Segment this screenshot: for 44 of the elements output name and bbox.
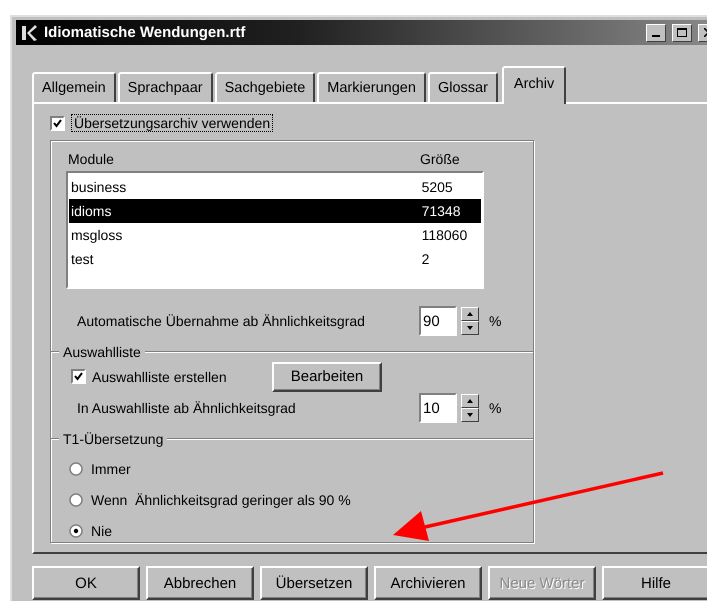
tab[interactable]: Archiv xyxy=(502,66,566,104)
checkbox[interactable] xyxy=(50,116,65,130)
percent-unit: % xyxy=(489,313,502,330)
radio-button[interactable] xyxy=(69,493,83,507)
spin-down-icon[interactable] xyxy=(461,321,479,336)
dialog-button[interactable]: Übersetzen xyxy=(260,566,368,600)
radio-label[interactable]: Immer xyxy=(91,461,131,477)
percent-unit: % xyxy=(489,400,502,416)
tab[interactable]: Sprachpaar xyxy=(118,72,213,102)
dialog-button[interactable]: Archivieren xyxy=(374,566,482,600)
list-row[interactable]: test 2 xyxy=(69,246,481,271)
list-row[interactable]: idioms 71348 xyxy=(69,198,481,223)
checkbox-label[interactable]: Auswahlliste erstellen xyxy=(92,368,272,385)
tab[interactable]: Glossar xyxy=(428,72,498,102)
radio-label[interactable]: Nie xyxy=(91,523,112,539)
number-field[interactable]: 90 xyxy=(419,306,457,336)
tab[interactable]: Sachgebiete xyxy=(214,72,316,102)
radio-button[interactable] xyxy=(69,462,83,476)
column-header: Module xyxy=(68,151,115,169)
dialog-button[interactable]: OK xyxy=(32,566,140,600)
edit-button[interactable]: Bearbeiten xyxy=(272,362,382,392)
column-header: Größe xyxy=(420,151,461,169)
spin-up-icon[interactable] xyxy=(461,394,479,408)
dialog-button[interactable]: Abbrechen xyxy=(146,566,254,600)
radio-button[interactable] xyxy=(69,524,83,538)
tab[interactable]: Allgemein xyxy=(32,72,116,102)
window-title: Idiomatische Wendungen.rtf xyxy=(44,24,246,41)
group-title: T1-Übersetzung xyxy=(63,431,164,448)
spin-down-icon[interactable] xyxy=(461,408,479,422)
minimize-icon[interactable] xyxy=(646,24,666,42)
spin-up-icon[interactable] xyxy=(461,307,479,322)
spin-label: Automatische Übernahme ab Ähnlichkeitsgrad xyxy=(77,313,366,330)
app-logo-icon xyxy=(20,24,38,42)
tab[interactable]: Markierungen xyxy=(317,72,426,102)
dialog-button[interactable]: Hilfe xyxy=(602,566,707,600)
checkbox[interactable] xyxy=(71,369,86,384)
spin-label: In Auswahlliste ab Ähnlichkeitsgrad xyxy=(77,400,297,416)
list-row[interactable]: msgloss 118060 xyxy=(69,222,481,247)
group-title: Auswahlliste xyxy=(63,344,141,360)
radio-label[interactable]: Wenn Ähnlichkeitsgrad geringer als 90 % xyxy=(91,492,351,508)
number-field[interactable]: 10 xyxy=(419,393,457,424)
list-row[interactable]: business 5205 xyxy=(69,174,481,199)
checkbox-label[interactable]: Übersetzungsarchiv verwenden xyxy=(71,114,274,132)
maximize-icon[interactable] xyxy=(672,24,692,42)
